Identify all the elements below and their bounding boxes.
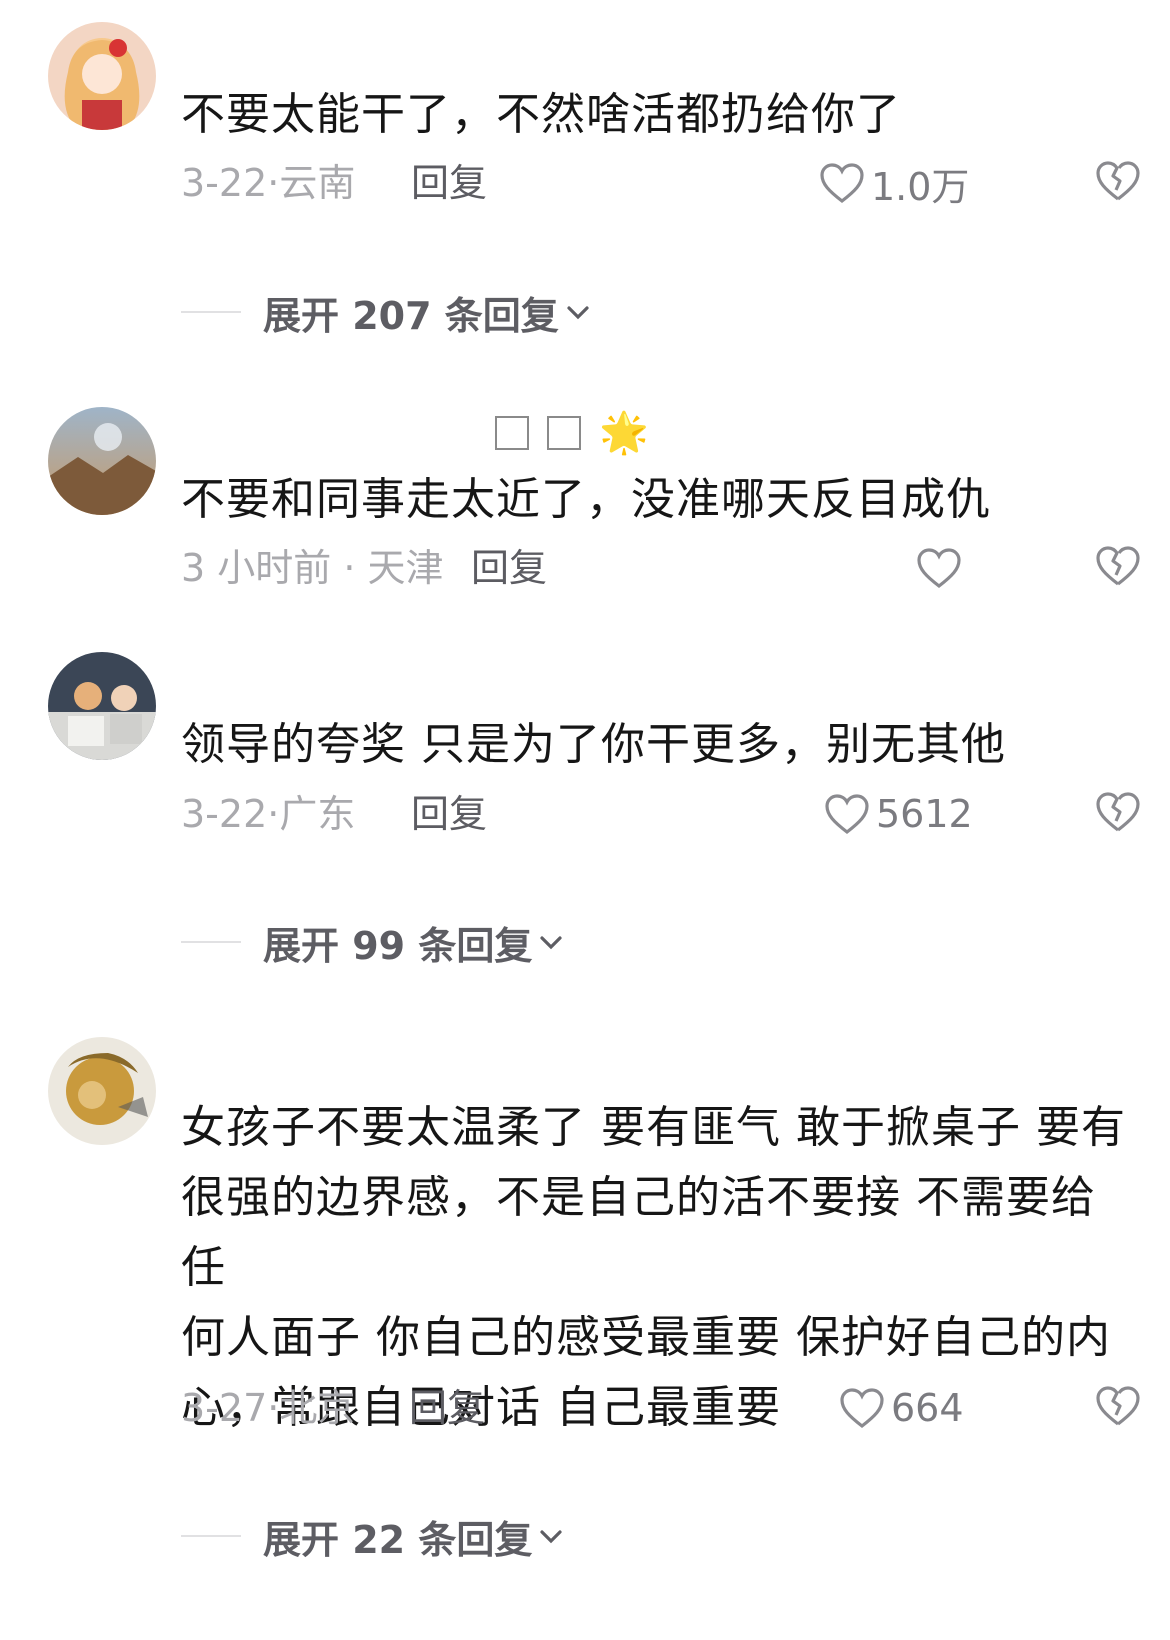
chevron-down-icon <box>540 1530 562 1544</box>
divider-line <box>181 1535 241 1537</box>
comment-text-line-3: 何人面子 你自己的感受最重要 保护好自己的内 <box>181 1312 1111 1363</box>
comment-meta: 3 小时前 · 天津 <box>181 546 444 590</box>
divider-line <box>181 941 241 943</box>
expand-replies-label: 展开 207 条回复 <box>263 293 559 338</box>
expand-replies-label: 展开 22 条回复 <box>263 1517 533 1562</box>
reply-button[interactable]: 回复 <box>411 153 487 213</box>
heart-outline-icon <box>917 548 961 589</box>
comment-meta: 3-22·广东 <box>181 792 356 836</box>
like-button[interactable]: 664 <box>839 1378 964 1438</box>
placeholder-glyph <box>495 416 529 450</box>
reply-button[interactable]: 回复 <box>409 1378 485 1438</box>
comment-text: 领导的夸奖 只是为了你干更多，别无其他 <box>181 719 1006 770</box>
broken-heart-icon[interactable] <box>1095 790 1141 834</box>
comment-text-line-1: 女孩子不要太温柔了 要有匪气 敢于掀桌子 要有 <box>181 1102 1126 1153</box>
comment-meta: 3-22·云南 <box>181 161 356 205</box>
star-emoji: 🌟 <box>599 410 649 456</box>
like-button[interactable]: 1.0万 <box>819 153 969 213</box>
chevron-down-icon <box>567 306 589 320</box>
expand-replies-label: 展开 99 条回复 <box>263 923 533 968</box>
avatar[interactable] <box>48 22 156 130</box>
comment-text-line-2: 很强的边界感，不是自己的活不要接 不需要给任 <box>181 1172 1096 1293</box>
broken-heart-icon[interactable] <box>1095 1384 1141 1428</box>
chevron-down-icon <box>540 936 562 950</box>
like-count: 664 <box>891 1386 964 1430</box>
divider-line <box>181 311 241 313</box>
heart-outline-icon <box>825 794 869 835</box>
broken-heart-icon[interactable] <box>1095 159 1141 203</box>
expand-replies-button[interactable]: 展开 207 条回复 <box>181 282 591 342</box>
expand-replies-button[interactable]: 展开 99 条回复 <box>181 912 564 972</box>
reply-button[interactable]: 回复 <box>471 538 547 598</box>
heart-outline-icon <box>820 163 864 204</box>
comment-meta: 3-27·北京 <box>181 1386 356 1430</box>
expand-replies-button[interactable]: 展开 22 条回复 <box>181 1506 564 1566</box>
username-row: 🌟 <box>495 408 649 458</box>
like-button[interactable]: 5612 <box>824 784 973 844</box>
comment-text: 不要和同事走太近了，没准哪天反目成仇 <box>181 474 991 525</box>
like-count: 1.0万 <box>871 164 970 209</box>
heart-outline-icon <box>840 1388 884 1429</box>
reply-button[interactable]: 回复 <box>411 784 487 844</box>
like-count: 5612 <box>876 792 973 836</box>
comment-text: 不要太能干了，不然啥活都扔给你了 <box>181 89 901 140</box>
avatar[interactable] <box>48 407 156 515</box>
like-button[interactable] <box>916 538 968 598</box>
broken-heart-icon[interactable] <box>1095 544 1141 588</box>
placeholder-glyph <box>547 416 581 450</box>
avatar[interactable] <box>48 1037 156 1145</box>
avatar[interactable] <box>48 652 156 760</box>
